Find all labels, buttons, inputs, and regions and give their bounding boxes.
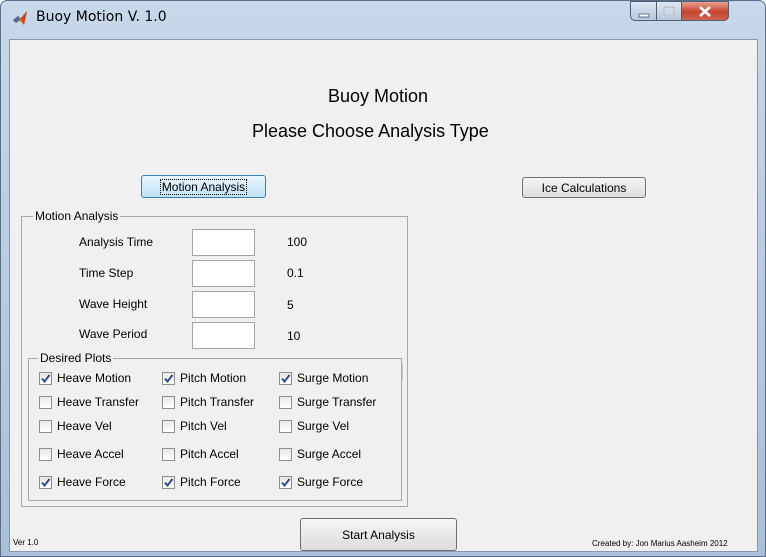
surge-transfer-checkbox[interactable] — [279, 396, 292, 409]
heave-vel-label: Heave Vel — [57, 419, 112, 433]
surge-motion-label: Surge Motion — [297, 371, 369, 385]
wave-height-input[interactable] — [192, 291, 255, 318]
wave-height-default: 5 — [287, 298, 294, 312]
pitch-vel-label: Pitch Vel — [180, 419, 227, 433]
version-label: Ver 1.0 — [13, 538, 39, 547]
heave-transfer-checkbox[interactable] — [39, 396, 52, 409]
wave-height-label: Wave Height — [79, 297, 148, 311]
wave-period-default: 10 — [287, 329, 301, 343]
credit-label: Created by: Jon Marius Aasheim 2012 — [592, 539, 728, 548]
plots-scroll-edge — [402, 363, 403, 381]
surge-accel-checkbox[interactable] — [279, 448, 292, 461]
window-title: Buoy Motion V. 1.0 — [36, 9, 167, 25]
pitch-transfer-checkbox[interactable] — [162, 396, 175, 409]
app-window: Buoy Motion V. 1.0 Buoy Motion Please Ch… — [0, 0, 766, 557]
title-bar[interactable]: Buoy Motion V. 1.0 — [1, 1, 765, 33]
close-icon — [699, 6, 711, 17]
desired-plots-group-title: Desired Plots — [38, 351, 114, 365]
pitch-accel-checkbox[interactable] — [162, 448, 175, 461]
surge-vel-label: Surge Vel — [297, 419, 350, 433]
motion-analysis-button-label: Motion Analysis — [159, 178, 248, 195]
heave-force-checkbox[interactable] — [39, 476, 52, 489]
time-step-input[interactable] — [192, 260, 255, 287]
analysis-time-default: 100 — [287, 235, 308, 249]
pitch-motion-label: Pitch Motion — [180, 371, 247, 385]
wave-period-input[interactable] — [192, 322, 255, 349]
surge-vel-checkbox[interactable] — [279, 420, 292, 433]
analysis-time-input[interactable] — [192, 229, 255, 256]
ice-calculations-button-label: Ice Calculations — [541, 180, 627, 195]
wave-period-label: Wave Period — [79, 327, 148, 341]
motion-analysis-button[interactable]: Motion Analysis — [141, 175, 266, 198]
pitch-transfer-label: Pitch Transfer — [180, 395, 255, 409]
ice-calculations-button[interactable]: Ice Calculations — [522, 177, 646, 198]
client-area: Buoy Motion Please Choose Analysis Type … — [9, 39, 758, 552]
start-analysis-button[interactable]: Start Analysis — [300, 518, 457, 551]
minimize-icon — [638, 13, 650, 18]
time-step-label: Time Step — [79, 266, 134, 280]
maximize-button[interactable] — [657, 1, 682, 21]
surge-force-checkbox[interactable] — [279, 476, 292, 489]
surge-motion-checkbox[interactable] — [279, 372, 292, 385]
minimize-button[interactable] — [630, 1, 657, 21]
pitch-force-label: Pitch Force — [180, 475, 241, 489]
heave-force-label: Heave Force — [57, 475, 126, 489]
maximize-icon — [663, 6, 675, 17]
close-button[interactable] — [682, 1, 729, 21]
motion-analysis-group-title: Motion Analysis — [33, 209, 121, 223]
pitch-accel-label: Pitch Accel — [180, 447, 239, 461]
start-analysis-button-label: Start Analysis — [342, 527, 415, 542]
surge-force-label: Surge Force — [297, 475, 364, 489]
page-title: Buoy Motion — [328, 86, 429, 106]
pitch-force-checkbox[interactable] — [162, 476, 175, 489]
heave-motion-checkbox[interactable] — [39, 372, 52, 385]
matlab-icon — [13, 11, 27, 25]
pitch-motion-checkbox[interactable] — [162, 372, 175, 385]
page-subtitle: Please Choose Analysis Type — [252, 121, 489, 141]
heave-vel-checkbox[interactable] — [39, 420, 52, 433]
heave-motion-label: Heave Motion — [57, 371, 132, 385]
heave-accel-checkbox[interactable] — [39, 448, 52, 461]
heave-accel-label: Heave Accel — [57, 447, 124, 461]
pitch-vel-checkbox[interactable] — [162, 420, 175, 433]
surge-accel-label: Surge Accel — [297, 447, 362, 461]
heave-transfer-label: Heave Transfer — [57, 395, 140, 409]
time-step-default: 0.1 — [287, 266, 304, 280]
analysis-time-label: Analysis Time — [79, 235, 154, 249]
surge-transfer-label: Surge Transfer — [297, 395, 377, 409]
